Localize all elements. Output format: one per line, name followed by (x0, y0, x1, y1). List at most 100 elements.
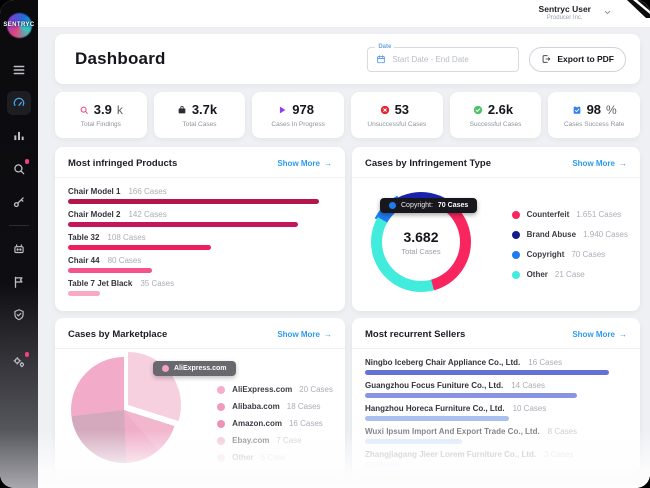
panel-cases-by-infringement-type: Cases by Infringement Type Show More→ 3.… (352, 147, 640, 311)
sidebar-item-key[interactable] (7, 190, 31, 214)
show-more-link[interactable]: Show More→ (277, 330, 332, 339)
app-window: SENTRYC (0, 0, 650, 488)
bar-chart-icon (12, 129, 26, 143)
user-info: Sentryc User Producer Inc. (539, 4, 591, 21)
export-pdf-button[interactable]: Export to PDF (529, 47, 626, 72)
product-row[interactable]: Chair 4480 Cases (68, 256, 332, 273)
donut-total-value: 3.682 (403, 229, 438, 245)
panel-title: Cases by Marketplace (68, 329, 167, 340)
product-row[interactable]: Chair Model 1166 Cases (68, 187, 332, 204)
user-organization: Producer Inc. (547, 15, 583, 21)
panel-most-infringed-products: Most infringed Products Show More→ Chair… (55, 147, 345, 311)
date-range-input[interactable]: Date Start Date - End Date (367, 47, 519, 72)
tooltip-value: 70 Cases (438, 202, 468, 209)
product-bar (68, 222, 298, 227)
product-cases: 108 Cases (107, 233, 145, 242)
kpi-value: 3.7k (192, 102, 217, 117)
panel-grid: Most infringed Products Show More→ Chair… (55, 147, 640, 474)
calendar-icon (376, 54, 386, 64)
sidebar-item-shield[interactable] (7, 303, 31, 327)
show-more-link[interactable]: Show More→ (572, 159, 627, 168)
product-cases: 142 Cases (128, 210, 166, 219)
kpi-value: 53 (395, 102, 409, 117)
sidebar-item-search[interactable] (7, 157, 31, 181)
kpi-cases-success-rate[interactable]: 98% Cases Success Rate (548, 92, 640, 138)
panel-cases-by-marketplace: Cases by Marketplace Show More→ AliExpre… (55, 318, 345, 474)
legend-item[interactable]: Brand Abuse1.940 Cases (512, 230, 628, 239)
topbar: Sentryc User Producer Inc. (38, 0, 650, 28)
marketplace-chart-area: AliExpress.com AliExpress.com20 Cases Al… (55, 349, 345, 469)
sidebar: SENTRYC (0, 0, 38, 488)
mouse-cursor-artifact (620, 0, 650, 18)
sellers-list: Ningbo Iceberg Chair Appliance Co., Ltd.… (352, 349, 640, 473)
menu-toggle-button[interactable] (7, 58, 31, 82)
kpi-label: Cases Success Rate (564, 121, 624, 128)
seller-row[interactable]: Zhangjiagang Jieer Lorem Furniture Co., … (365, 450, 627, 467)
check-circle-icon (473, 105, 483, 115)
seller-row[interactable]: Ningbo Iceberg Chair Appliance Co., Ltd.… (365, 358, 627, 375)
product-name: Chair Model 1 (68, 187, 120, 196)
product-name: Table 32 (68, 233, 99, 242)
date-placeholder: Start Date - End Date (392, 55, 468, 64)
search-icon (12, 162, 26, 176)
product-row[interactable]: Table 32 108 Cases (68, 233, 332, 250)
kpi-value: 978 (292, 102, 314, 117)
legend-item[interactable]: Alibaba.com18 Cases (217, 402, 333, 411)
chevron-down-icon[interactable] (603, 8, 612, 17)
user-menu[interactable]: Sentryc User Producer Inc. (539, 4, 612, 21)
seller-bar (365, 370, 609, 375)
clipboard-check-icon (572, 105, 582, 115)
seller-name: Ningbo Iceberg Chair Appliance Co., Ltd. (365, 358, 520, 367)
show-more-link[interactable]: Show More→ (572, 330, 627, 339)
legend-item[interactable]: Other6 Case (217, 453, 333, 462)
legend-dot (512, 251, 520, 259)
legend-dot (217, 437, 225, 445)
seller-cases: 8 Cases (548, 427, 577, 436)
seller-name: Guangzhou Focus Funiture Co., Ltd. (365, 381, 503, 390)
legend-item[interactable]: Copyright70 Cases (512, 250, 628, 259)
seller-name: Zhangjiagang Jieer Lorem Furniture Co., … (365, 450, 536, 459)
kpi-label: Cases In Progress (271, 121, 324, 128)
show-more-link[interactable]: Show More→ (277, 159, 332, 168)
kpi-value: 2.6k (488, 102, 513, 117)
kpi-unsuccessful-cases[interactable]: 53 Unsuccessful Cases (351, 92, 443, 138)
kpi-total-findings[interactable]: 3.9k Total Findings (55, 92, 147, 138)
seller-row[interactable]: Guangzhou Focus Funiture Co., Ltd.14 Cas… (365, 381, 627, 398)
kpi-successful-cases[interactable]: 2.6k Successful Cases (450, 92, 542, 138)
sidebar-item-dashboard[interactable] (7, 91, 31, 115)
arrow-right-icon: → (324, 159, 332, 168)
legend-dot (512, 271, 520, 279)
date-field-label: Date (375, 44, 394, 50)
kpi-label: Total Cases (183, 121, 217, 128)
legend-item[interactable]: Counterfeit1.651 Cases (512, 210, 628, 219)
sidebar-item-settings[interactable] (7, 350, 31, 374)
tooltip-label: Copyright: (401, 202, 433, 209)
seller-cases: 16 Cases (528, 358, 562, 367)
arrow-right-icon: → (324, 330, 332, 339)
tooltip-label: AliExpress.com (174, 365, 227, 372)
sidebar-item-bot[interactable] (7, 237, 31, 261)
app-logo[interactable]: SENTRYC (2, 12, 36, 42)
product-row[interactable]: Chair Model 2142 Cases (68, 210, 332, 227)
sidebar-item-statistics[interactable] (7, 124, 31, 148)
seller-row[interactable]: Wuxi Ipsum Import And Export Trade Co., … (365, 427, 627, 444)
legend-item[interactable]: Amazon.com16 Cases (217, 419, 333, 428)
kpi-total-cases[interactable]: 3.7k Total Cases (154, 92, 246, 138)
seller-cases: 10 Cases (513, 404, 547, 413)
legend-item[interactable]: Ebay.com7 Case (217, 436, 333, 445)
gears-icon (12, 355, 26, 369)
play-icon (277, 105, 287, 115)
tooltip-dot (162, 365, 169, 372)
legend-item[interactable]: Other21 Case (512, 270, 628, 279)
robot-icon (12, 242, 26, 256)
sidebar-item-flag[interactable] (7, 270, 31, 294)
seller-row[interactable]: Hangzhou Horeca Furniture Co., Ltd.10 Ca… (365, 404, 627, 421)
briefcase-icon (177, 105, 187, 115)
legend-dot (217, 403, 225, 411)
seller-bar (365, 393, 577, 398)
legend-item[interactable]: AliExpress.com20 Cases (217, 385, 333, 394)
kpi-cases-in-progress[interactable]: 978 Cases In Progress (252, 92, 344, 138)
seller-name: Wuxi Ipsum Import And Export Trade Co., … (365, 427, 540, 436)
legend-dot (512, 231, 520, 239)
product-row[interactable]: Table 7 Jet Black35 Cases (68, 279, 332, 296)
